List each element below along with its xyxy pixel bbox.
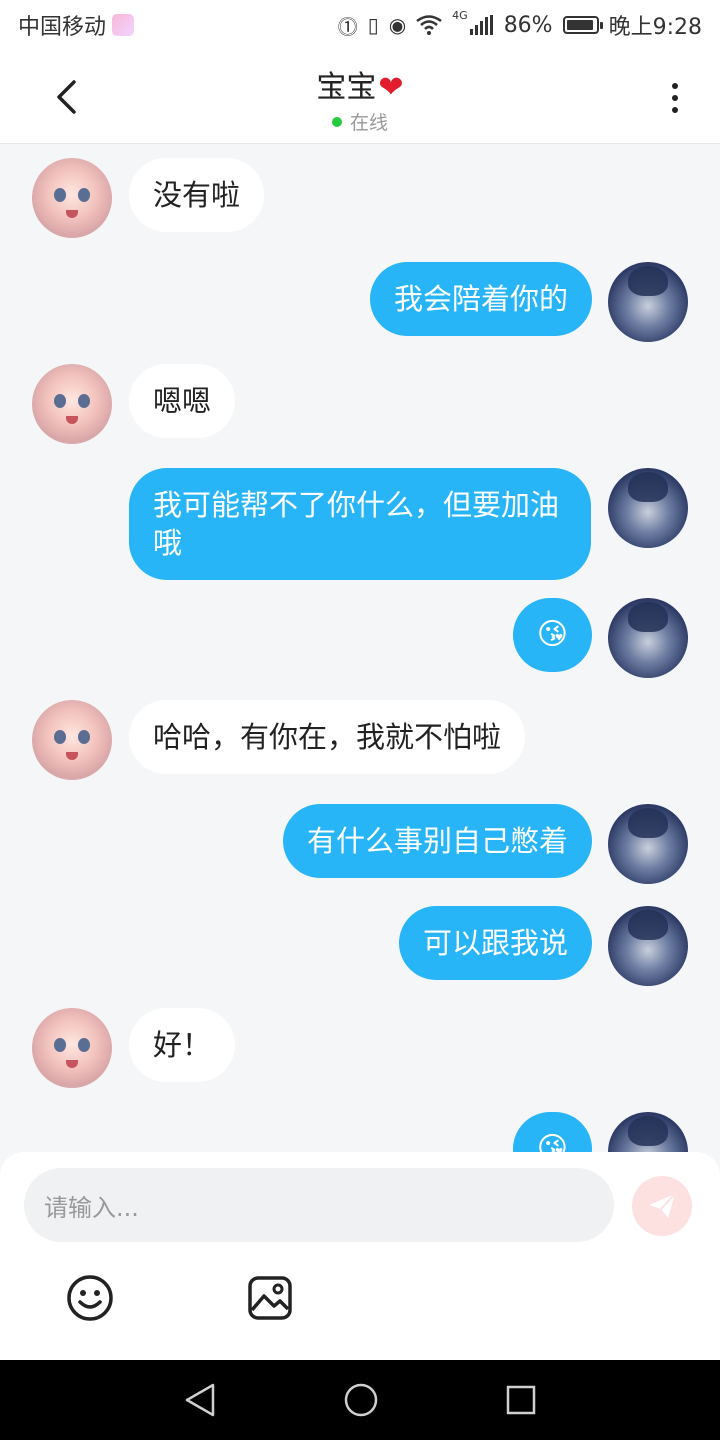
more-dot [672,95,678,101]
outgoing-bubble[interactable]: 我会陪着你的 [369,262,592,336]
more-vertical-icon [672,83,678,89]
message-row: 可以跟我说 [0,906,720,986]
composer: 请输入... [0,1152,720,1360]
my-avatar[interactable] [608,598,688,678]
clock: 晚上9:28 [608,15,702,40]
more-button[interactable] [660,76,690,120]
outgoing-emoji-bubble[interactable]: 😘 [512,598,592,672]
eye-icon: ◉ [388,13,407,37]
nav-recents-icon[interactable] [505,1384,537,1416]
message-row: 😘 [0,598,720,678]
nav-home-icon[interactable] [343,1382,379,1418]
contact-name: 宝宝 [316,70,377,105]
my-avatar[interactable] [608,804,688,884]
outgoing-bubble[interactable]: 可以跟我说 [398,906,592,980]
my-avatar[interactable] [608,1112,688,1152]
online-status: 在线 [0,108,720,135]
message-row: 我会陪着你的 [0,262,720,342]
my-avatar[interactable] [608,468,688,548]
battery-percent: 86% [503,12,553,38]
carrier-app-icon [112,14,135,36]
incoming-bubble[interactable]: 哈哈，有你在，我就不怕啦 [129,700,526,774]
contact-avatar[interactable] [32,700,112,780]
message-row: 😘 [0,1112,720,1152]
my-avatar[interactable] [608,262,688,342]
contact-avatar[interactable] [32,364,112,444]
message-list[interactable]: 没有啦 我会陪着你的 嗯嗯 我可能帮不了你什么，但要加油哦 😘 哈哈，有你在，我… [0,144,720,1152]
heart-icon: ❤ [378,70,404,105]
incoming-bubble[interactable]: 好！ [129,1008,236,1082]
message-row: 有什么事别自己憋着 [0,804,720,884]
send-button[interactable] [632,1176,692,1236]
image-button[interactable] [246,1274,294,1322]
outgoing-bubble[interactable]: 有什么事别自己憋着 [282,804,592,878]
incoming-bubble[interactable]: 嗯嗯 [129,364,236,438]
network-type: 4G [452,9,468,22]
message-row: 哈哈，有你在，我就不怕啦 [0,700,720,780]
online-label: 在线 [349,112,388,134]
incoming-bubble[interactable]: 没有啦 [129,158,265,232]
message-row: 我可能帮不了你什么，但要加油哦 [0,468,720,580]
status-right: ⓵ ▯ ◉ 4G 86% 晚上9:28 [338,9,702,41]
message-row: 嗯嗯 [0,364,720,444]
vibrate-icon: ▯ [367,13,379,37]
outgoing-emoji-bubble[interactable]: 😘 [512,1112,592,1152]
status-left: 中国移动 [18,9,135,41]
image-icon [248,1276,292,1320]
wifi-icon [416,15,442,35]
title-wrap: 宝宝❤ 在线 [0,62,720,135]
status-bar: 中国移动 ⓵ ▯ ◉ 4G 86% 晚上9:28 [0,0,720,50]
smiley-icon [67,1275,113,1321]
more-dot [672,107,678,113]
signal-icon [469,15,493,35]
nav-back-icon[interactable] [183,1382,217,1418]
outgoing-bubble[interactable]: 我可能帮不了你什么，但要加油哦 [129,468,591,580]
system-nav-bar [0,1360,720,1440]
emoji-button[interactable] [66,1274,114,1322]
carrier-label: 中国移动 [18,15,107,40]
data-saver-icon: ⓵ [337,14,358,39]
paper-plane-icon [649,1193,676,1218]
message-row: 好！ [0,1008,720,1088]
chat-header: 宝宝❤ 在线 [0,50,720,144]
message-input[interactable]: 请输入... [24,1168,614,1242]
online-dot [331,116,342,127]
contact-avatar[interactable] [32,1008,112,1088]
contact-avatar[interactable] [32,158,112,238]
my-avatar[interactable] [608,906,688,986]
battery-icon [562,16,603,34]
message-row: 没有啦 [0,158,720,238]
